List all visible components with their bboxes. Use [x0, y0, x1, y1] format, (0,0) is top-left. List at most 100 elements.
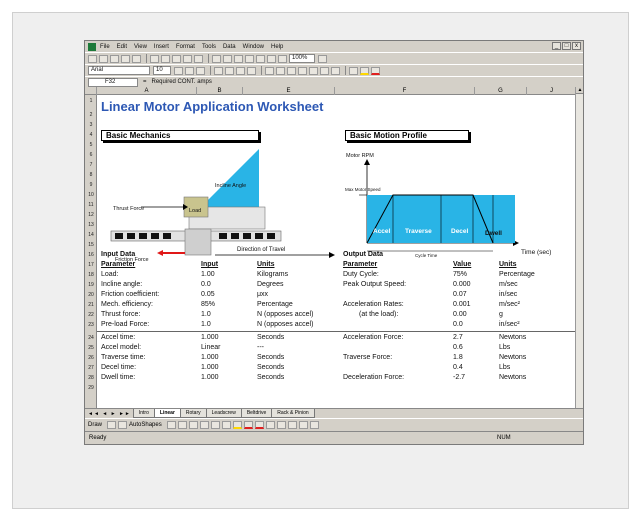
arrow-icon[interactable]	[177, 421, 187, 429]
row-header[interactable]: 28	[85, 375, 97, 381]
row-header[interactable]: 2	[85, 112, 97, 118]
comma-icon[interactable]	[287, 66, 296, 75]
row-header[interactable]: 11	[85, 202, 97, 208]
row-header[interactable]: 26	[85, 355, 97, 361]
textbox-icon[interactable]	[210, 421, 220, 429]
row-header[interactable]: 15	[85, 242, 97, 248]
shape-fill-icon[interactable]	[232, 421, 242, 429]
column-header-j[interactable]: J	[527, 87, 577, 95]
select-all-corner[interactable]	[85, 87, 97, 95]
column-header-a[interactable]: A	[97, 87, 197, 95]
zoom-select[interactable]: 100%	[289, 54, 315, 63]
column-header-b[interactable]: B	[197, 87, 243, 95]
vertical-scrollbar[interactable]: ▲	[575, 87, 583, 408]
preview-icon[interactable]	[132, 54, 141, 63]
row-header[interactable]: 19	[85, 282, 97, 288]
menu-window[interactable]: Window	[243, 44, 264, 50]
row-header[interactable]: 9	[85, 182, 97, 188]
menu-edit[interactable]: Edit	[117, 44, 127, 50]
3d-icon[interactable]	[309, 421, 319, 429]
cut-icon[interactable]	[150, 54, 159, 63]
decrease-decimal-icon[interactable]	[309, 66, 318, 75]
row-header[interactable]: 20	[85, 292, 97, 298]
tab-intro[interactable]: Intro	[132, 409, 155, 418]
paste-icon[interactable]	[172, 54, 181, 63]
outdent-icon[interactable]	[331, 66, 340, 75]
align-right-icon[interactable]	[236, 66, 245, 75]
menu-file[interactable]: File	[100, 44, 110, 50]
indent-icon[interactable]	[320, 66, 329, 75]
menu-format[interactable]: Format	[176, 44, 195, 50]
row-header[interactable]: 3	[85, 122, 97, 128]
input-value[interactable]: 1.000	[201, 364, 219, 371]
row-header[interactable]: 10	[85, 192, 97, 198]
scroll-up-icon[interactable]: ▲	[576, 87, 583, 94]
bold-icon[interactable]	[174, 66, 183, 75]
tab-leadscrew[interactable]: Leadscrew	[205, 409, 242, 418]
tab-linear[interactable]: Linear	[153, 409, 181, 418]
close-button[interactable]: x	[572, 42, 581, 50]
input-value[interactable]: 1.000	[201, 354, 219, 361]
row-header[interactable]: 18	[85, 272, 97, 278]
name-box[interactable]: F32	[88, 77, 138, 87]
chart-wizard-icon[interactable]	[267, 54, 276, 63]
row-header[interactable]: 6	[85, 152, 97, 158]
row-header[interactable]: 22	[85, 312, 97, 318]
sort-ascending-icon[interactable]	[245, 54, 254, 63]
sort-descending-icon[interactable]	[256, 54, 265, 63]
menu-data[interactable]: Data	[223, 44, 236, 50]
borders-icon[interactable]	[349, 66, 358, 75]
font-size-select[interactable]: 10	[153, 66, 171, 75]
row-header[interactable]: 12	[85, 212, 97, 218]
row-header[interactable]: 1	[85, 98, 97, 104]
restore-button[interactable]: □	[562, 42, 571, 50]
tab-rack-pinion[interactable]: Rack & Pinion	[271, 409, 315, 418]
input-value[interactable]: 1.0	[201, 311, 211, 318]
function-icon[interactable]	[234, 54, 243, 63]
merge-center-icon[interactable]	[247, 66, 256, 75]
open-icon[interactable]	[99, 54, 108, 63]
menu-tools[interactable]: Tools	[202, 44, 216, 50]
line-icon[interactable]	[166, 421, 176, 429]
input-value[interactable]: 1.000	[201, 334, 219, 341]
row-header[interactable]: 5	[85, 142, 97, 148]
tab-beltdrive[interactable]: Beltdrive	[240, 409, 273, 418]
copy-icon[interactable]	[161, 54, 170, 63]
redo-icon[interactable]	[194, 54, 203, 63]
formula-input[interactable]: Required CONT. amps	[152, 79, 212, 85]
arrow-style-icon[interactable]	[287, 421, 297, 429]
sheet-nav-arrows[interactable]: ◄◄ ◄ ► ►►	[88, 411, 131, 417]
increase-decimal-icon[interactable]	[298, 66, 307, 75]
draw-menu-button[interactable]: Draw	[88, 422, 102, 428]
percent-icon[interactable]	[276, 66, 285, 75]
input-value[interactable]: 1.000	[201, 374, 219, 381]
shadow-icon[interactable]	[298, 421, 308, 429]
menu-insert[interactable]: Insert	[154, 44, 169, 50]
align-left-icon[interactable]	[214, 66, 223, 75]
input-value[interactable]: 85%	[201, 301, 215, 308]
fill-color-icon[interactable]	[360, 66, 369, 75]
column-header-e[interactable]: E	[243, 87, 335, 95]
row-header[interactable]: 21	[85, 302, 97, 308]
row-header[interactable]: 8	[85, 172, 97, 178]
autosum-icon[interactable]	[223, 54, 232, 63]
input-value[interactable]: 0.05	[201, 291, 215, 298]
column-header-g[interactable]: G	[475, 87, 527, 95]
free-rotate-icon[interactable]	[118, 421, 128, 429]
input-value[interactable]: 1.0	[201, 321, 211, 328]
minimize-button[interactable]: _	[552, 42, 561, 50]
line-color-icon[interactable]	[243, 421, 253, 429]
text-color-icon[interactable]	[254, 421, 264, 429]
font-select[interactable]: Arial	[88, 66, 150, 75]
dash-style-icon[interactable]	[276, 421, 286, 429]
worksheet-grid[interactable]: Linear Motor Application Worksheet Basic…	[97, 95, 577, 408]
wordart-icon[interactable]	[221, 421, 231, 429]
row-header[interactable]: 4	[85, 132, 97, 138]
row-header[interactable]: 7	[85, 162, 97, 168]
row-header[interactable]: 25	[85, 345, 97, 351]
rectangle-icon[interactable]	[188, 421, 198, 429]
undo-icon[interactable]	[183, 54, 192, 63]
column-header-f[interactable]: F	[335, 87, 475, 95]
save-icon[interactable]	[110, 54, 119, 63]
drawing-icon[interactable]	[278, 54, 287, 63]
